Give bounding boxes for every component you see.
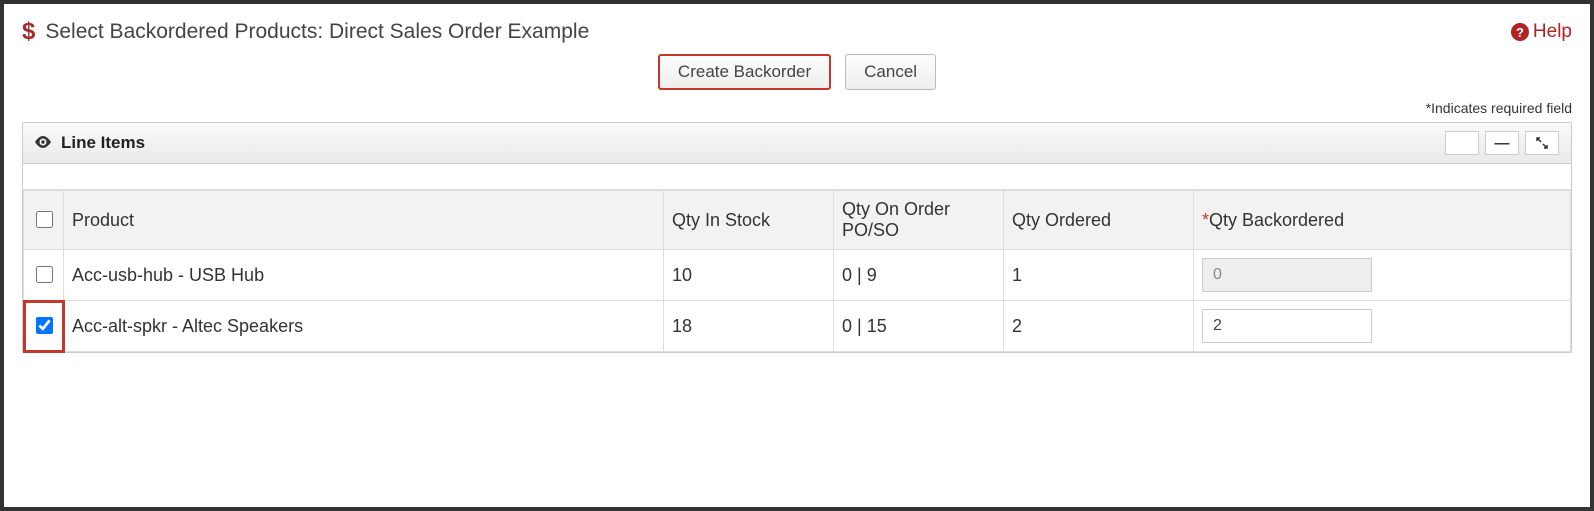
cell-qty-backordered bbox=[1194, 250, 1571, 301]
panel-toolbar-strip bbox=[23, 164, 1571, 190]
qty-backordered-input bbox=[1202, 258, 1372, 292]
cell-product: Acc-usb-hub - USB Hub bbox=[64, 250, 664, 301]
header-qty-in-stock: Qty In Stock bbox=[664, 191, 834, 250]
action-row: Create Backorder Cancel bbox=[22, 54, 1572, 90]
header-qty-on-order: Qty On Order PO/SO bbox=[834, 191, 1004, 250]
cell-qty-ordered: 1 bbox=[1004, 250, 1194, 301]
help-label: Help bbox=[1533, 21, 1572, 43]
table-header-row: Product Qty In Stock Qty On Order PO/SO … bbox=[24, 191, 1571, 250]
line-items-panel: Line Items — Product Qty In St bbox=[22, 122, 1572, 353]
panel-expand-button[interactable] bbox=[1525, 131, 1559, 155]
dollar-icon: $ bbox=[22, 18, 35, 46]
title-wrap: $ Select Backordered Products: Direct Sa… bbox=[22, 18, 589, 46]
panel-header: Line Items — bbox=[23, 123, 1571, 164]
cell-qty-on-order: 0 | 15 bbox=[834, 301, 1004, 352]
required-star-icon: * bbox=[1202, 210, 1209, 230]
panel-title: Line Items bbox=[61, 133, 145, 153]
create-backorder-button[interactable]: Create Backorder bbox=[658, 54, 831, 90]
panel-blank-button[interactable] bbox=[1445, 131, 1479, 155]
cell-product: Acc-alt-spkr - Altec Speakers bbox=[64, 301, 664, 352]
table-row: Acc-usb-hub - USB Hub100 | 91 bbox=[24, 250, 1571, 301]
qty-backordered-input[interactable] bbox=[1202, 309, 1372, 343]
cell-qty-in-stock: 18 bbox=[664, 301, 834, 352]
cell-qty-backordered bbox=[1194, 301, 1571, 352]
page-header: $ Select Backordered Products: Direct Sa… bbox=[22, 18, 1572, 46]
select-all-checkbox[interactable] bbox=[36, 211, 53, 228]
required-field-note: *Indicates required field bbox=[22, 100, 1572, 116]
page-title: Select Backordered Products: Direct Sale… bbox=[45, 20, 589, 44]
table-row: Acc-alt-spkr - Altec Speakers180 | 152 bbox=[24, 301, 1571, 352]
cell-qty-ordered: 2 bbox=[1004, 301, 1194, 352]
panel-collapse-button[interactable]: — bbox=[1485, 131, 1519, 155]
header-checkbox-cell bbox=[24, 191, 64, 250]
panel-actions: — bbox=[1439, 131, 1559, 155]
header-product: Product bbox=[64, 191, 664, 250]
qty-backordered-label: Qty Backordered bbox=[1209, 210, 1344, 230]
eye-icon bbox=[35, 135, 51, 152]
cell-qty-on-order: 0 | 9 bbox=[834, 250, 1004, 301]
help-link[interactable]: ? Help bbox=[1511, 21, 1572, 43]
header-qty-backordered: *Qty Backordered bbox=[1194, 191, 1571, 250]
cancel-button[interactable]: Cancel bbox=[845, 54, 936, 90]
row-checkbox-cell bbox=[24, 250, 64, 301]
row-checkbox-cell bbox=[24, 301, 64, 352]
row-checkbox[interactable] bbox=[36, 317, 53, 334]
help-icon: ? bbox=[1511, 23, 1529, 41]
line-items-table: Product Qty In Stock Qty On Order PO/SO … bbox=[23, 190, 1571, 352]
header-qty-ordered: Qty Ordered bbox=[1004, 191, 1194, 250]
page-container: $ Select Backordered Products: Direct Sa… bbox=[0, 0, 1594, 511]
row-checkbox[interactable] bbox=[36, 266, 53, 283]
cell-qty-in-stock: 10 bbox=[664, 250, 834, 301]
